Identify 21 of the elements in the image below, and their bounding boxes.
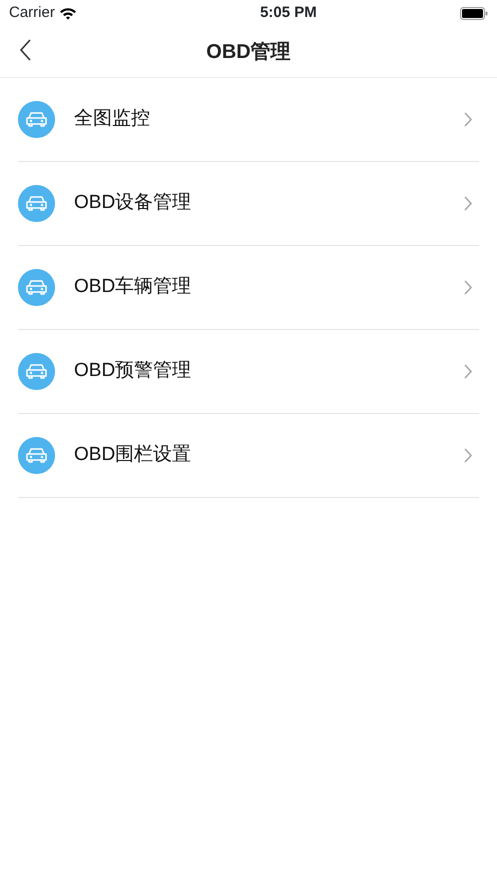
menu-item[interactable]: OBD设备管理	[18, 162, 479, 246]
chevron-icon	[464, 280, 473, 295]
car-icon	[18, 353, 55, 390]
chevron-icon	[464, 364, 473, 379]
wifi-icon	[58, 6, 77, 20]
menu-item[interactable]: OBD预警管理	[18, 330, 479, 414]
back-button[interactable]	[18, 38, 32, 62]
car-icon	[18, 437, 55, 474]
page-title: OBD管理	[206, 40, 291, 64]
car-icon	[18, 185, 55, 222]
menu-item[interactable]: OBD围栏设置	[18, 414, 479, 498]
clock-time: 5:05 PM	[260, 2, 317, 23]
battery-icon	[460, 6, 488, 20]
carrier-label: Carrier	[9, 2, 55, 23]
menu-item[interactable]: 全图监控	[18, 78, 479, 162]
chevron-icon	[464, 196, 473, 211]
menu-item[interactable]: OBD车辆管理	[18, 246, 479, 330]
chevron-icon	[464, 448, 473, 463]
chevron-icon	[464, 112, 473, 127]
car-icon	[18, 269, 55, 306]
car-icon	[18, 101, 55, 138]
